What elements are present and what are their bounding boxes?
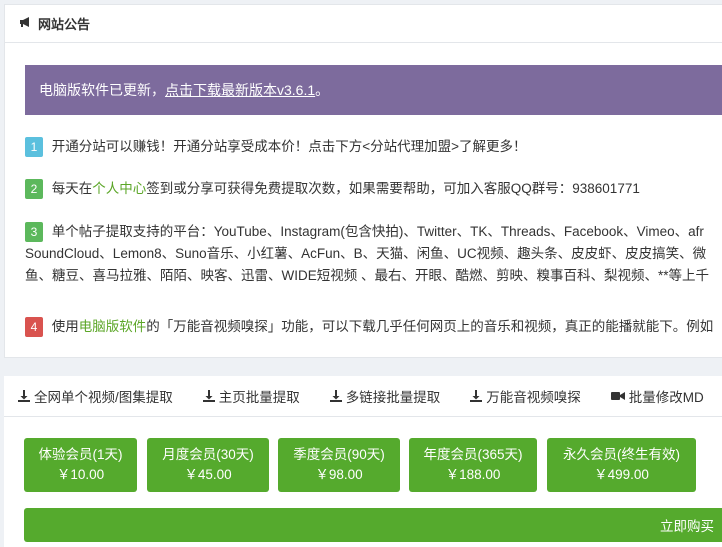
desktop-software-link[interactable]: 电脑版软件 (79, 319, 147, 334)
plan-yearly-button[interactable]: 年度会员(365天) ￥188.00 (409, 438, 537, 492)
download-icon (470, 390, 483, 402)
number-badge: 3 (25, 222, 43, 243)
download-icon (202, 390, 215, 402)
tab-single-extract[interactable]: 全网单个视频/图集提取 (18, 386, 173, 406)
panel-title: 网站公告 (38, 17, 91, 32)
tool-tabs: 全网单个视频/图集提取 主页批量提取 多链接批量提取 万能音视频嗅探 批量修改M… (4, 376, 722, 417)
tab-universal-sniffer[interactable]: 万能音视频嗅探 (470, 386, 581, 406)
megaphone-icon (19, 16, 33, 31)
video-icon (610, 392, 625, 400)
membership-plans: 体验会员(1天) ￥10.00 月度会员(30天) ￥45.00 季度会员(90… (4, 417, 722, 547)
tab-homepage-batch[interactable]: 主页批量提取 (202, 386, 300, 406)
notice-item-1: 1 开通分站可以赚钱！开通分站享受成本价！点击下方<分站代理加盟>了解更多！ (25, 135, 527, 158)
notice-panel: 网站公告 电脑版软件已更新， 点击下载最新版本v3.6.1 。 1 开通分站可以… (4, 4, 722, 358)
plan-quarterly-button[interactable]: 季度会员(90天) ￥98.00 (278, 438, 400, 492)
buy-now-button[interactable]: 立即购买 (24, 508, 722, 542)
plan-lifetime-button[interactable]: 永久会员(终生有效) ￥499.00 (547, 438, 696, 492)
plan-trial-button[interactable]: 体验会员(1天) ￥10.00 (24, 438, 137, 492)
number-badge: 4 (25, 317, 43, 338)
number-badge: 1 (25, 137, 43, 158)
download-link[interactable]: 点击下载最新版本v3.6.1 (165, 80, 315, 100)
number-badge: 2 (25, 179, 43, 200)
panel-header: 网站公告 (5, 5, 722, 43)
user-center-link[interactable]: 个人中心 (92, 181, 146, 196)
tab-batch-modify-md5[interactable]: 批量修改MD (610, 386, 704, 406)
tab-multi-link-batch[interactable]: 多链接批量提取 (329, 386, 440, 406)
update-banner: 电脑版软件已更新， 点击下载最新版本v3.6.1 。 (25, 65, 722, 115)
download-icon (329, 390, 342, 402)
download-icon (18, 390, 30, 402)
plan-monthly-button[interactable]: 月度会员(30天) ￥45.00 (147, 438, 269, 492)
notice-item-4: 4 使用电脑版软件的「万能音视频嗅探」功能，可以下载几乎任何网页上的音乐和视频，… (25, 315, 713, 338)
notice-item-2: 2 每天在个人中心签到或分享可获得免费提取次数，如果需要帮助，可加入客服QQ群号… (25, 177, 640, 200)
notice-item-3: 3 单个帖子提取支持的平台：YouTube、Instagram(包含快拍)、Tw… (25, 222, 710, 283)
